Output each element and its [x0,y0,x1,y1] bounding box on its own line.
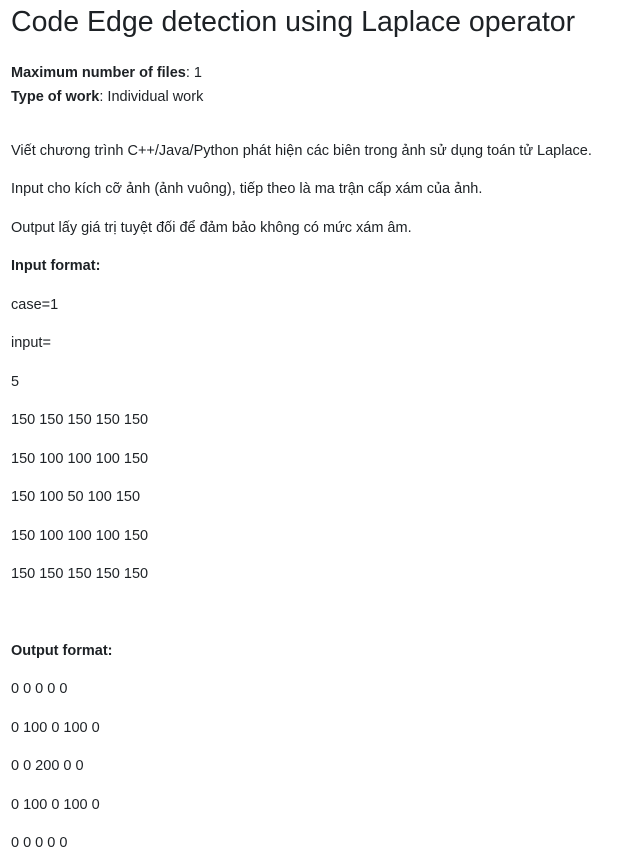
work-type-value: Individual work [107,89,204,105]
input-line: 5 [11,374,20,390]
max-files-value: 1 [193,65,202,81]
description-line: Input cho kích cỡ ảnh (ảnh vuông), tiếp … [11,181,483,197]
output-line: 0 100 0 100 0 [11,720,100,736]
work-type-row: Type of work: Individual work [11,89,204,105]
output-format-heading: Output format: [11,643,113,659]
output-line: 0 100 0 100 0 [11,797,100,813]
output-line: 0 0 0 0 0 [11,681,68,697]
input-format-heading: Input format: [11,258,101,274]
input-line: case=1 [11,297,59,313]
output-line: 0 0 200 0 0 [11,758,84,774]
work-type-label: Type of work [11,89,100,105]
input-line: 150 100 100 100 150 [11,528,149,544]
description-line: Viết chương trình C++/Java/Python phát h… [11,143,592,159]
max-files-label: Maximum number of files [11,65,186,81]
input-line: 150 150 150 150 150 [11,566,149,582]
max-files-row: Maximum number of files: 1 [11,65,202,81]
input-line: 150 150 150 150 150 [11,412,149,428]
page-title: Code Edge detection using Laplace operat… [11,6,576,38]
input-line: input= [11,335,51,351]
input-line: 150 100 50 100 150 [11,489,141,505]
description-line: Output lấy giá trị tuyệt đối để đảm bảo … [11,220,412,236]
output-line: 0 0 0 0 0 [11,835,68,851]
input-line: 150 100 100 100 150 [11,451,149,467]
